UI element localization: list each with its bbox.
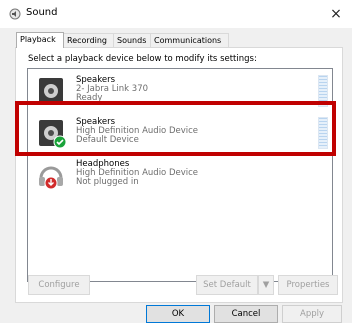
configure-button[interactable]: Configure [28,275,90,295]
sound-dialog: Sound × Playback Recording Sounds Commun… [0,0,352,323]
instruction-text: Select a playback device below to modify… [28,54,257,64]
title-bar[interactable]: Sound × [0,0,352,28]
device-item[interactable]: Headphones High Definition Audio Device … [28,155,332,197]
speaker-title-icon [9,8,21,20]
window-title: Sound [26,7,58,18]
annotation-highlight-box [15,101,336,156]
set-default-button[interactable]: Set Default [196,275,258,295]
tab-playback[interactable]: Playback [16,32,64,48]
tab-recording[interactable]: Recording [63,33,115,47]
close-button[interactable]: × [320,0,352,28]
tab-sounds[interactable]: Sounds [113,33,154,47]
headphones-unplugged-icon [39,166,63,190]
ok-button[interactable]: OK [146,305,210,323]
playback-panel: Select a playback device below to modify… [15,47,343,303]
device-status: Not plugged in [76,177,139,187]
set-default-dropdown-button[interactable]: ▼ [258,275,274,295]
properties-button[interactable]: Properties [278,275,338,295]
tab-communications[interactable]: Communications [150,33,229,47]
cancel-button[interactable]: Cancel [214,305,278,323]
apply-button[interactable]: Apply [282,305,342,323]
